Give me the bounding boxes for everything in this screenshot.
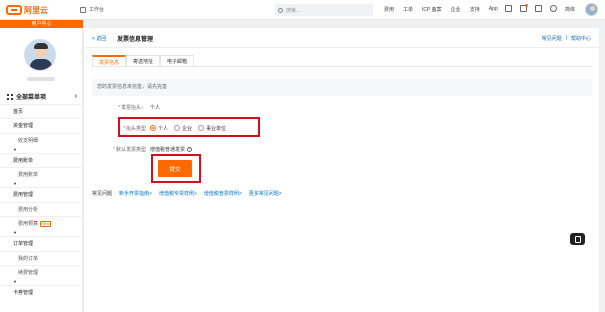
- sidebar-item-label: 收支明细: [18, 137, 39, 144]
- category-value: 增值税普通发票: [150, 146, 186, 153]
- sidebar-item[interactable]: 首页: [0, 104, 83, 118]
- chevron-right-icon: ›: [74, 93, 77, 100]
- help-icon[interactable]: [550, 5, 557, 12]
- sidebar-item[interactable]: 费用账单: [0, 167, 83, 181]
- caret-down-icon: ▼: [13, 279, 17, 285]
- info-icon[interactable]: ?: [187, 146, 193, 152]
- search-icon: [278, 7, 283, 13]
- faq-link-normal[interactable]: 增值税普票样例>: [204, 190, 242, 197]
- sidebar-item[interactable]: 费用分析: [0, 201, 83, 216]
- user-center-header: 用户中心: [0, 20, 83, 28]
- sidebar-item[interactable]: 资金管理: [0, 118, 83, 132]
- sidebar-item[interactable]: 费用账单: [0, 152, 83, 167]
- top-icons: [505, 4, 557, 12]
- profile-name-blurred: [27, 77, 55, 81]
- sidebar-item[interactable]: 费用管理: [0, 187, 83, 201]
- incomplete-notice: 您的发票信息未完善，请先完善: [92, 79, 592, 96]
- sidebar-item-label: 资金管理: [13, 123, 34, 130]
- sidebar-nav: 首页 资金管理 收支明细 ▼ 费用账单 费用账单 ▼ 费用管理 费用分析 费用预算 New ▼ 订单管理…: [0, 104, 83, 300]
- highlight-box-type: [118, 117, 260, 137]
- topnav-support[interactable]: 支持: [470, 6, 480, 13]
- topnav-icp[interactable]: ICP 备案: [422, 6, 442, 13]
- faq-link-more[interactable]: 更多常见问题>: [249, 190, 282, 197]
- help-center-link[interactable]: 帮助中心: [571, 35, 591, 42]
- sidebar-item[interactable]: 我的订单: [0, 250, 83, 265]
- sidebar-item-label: 订单管理: [13, 241, 34, 248]
- topnav-enterprise[interactable]: 企业: [451, 6, 461, 13]
- all-menu-label: 全部菜单项: [16, 95, 47, 101]
- topnav-app[interactable]: App: [489, 6, 498, 13]
- invoice-form-panel: 您的发票信息未完善，请先完善 *发票抬头： 个人 *抬头类型 个人 企业 事业单…: [92, 79, 592, 312]
- sidebar: 用户中心 全部菜单项 › 首页 资金管理 收支明细 ▼ 费用账单 费用账单 ▼ 费用管理 费用分…: [0, 20, 83, 312]
- main-content: < 返回 发票信息管理 常见问题 | 帮助中心 发票信息 寄送地址 电子邮箱 您…: [84, 28, 599, 312]
- caret-down-icon: ▼: [13, 230, 17, 236]
- sidebar-item[interactable]: 收支明细: [0, 132, 83, 147]
- caret-down-icon: ▼: [13, 181, 17, 187]
- tab-bar: 发票信息 寄送地址 电子邮箱: [92, 55, 592, 67]
- sidebar-item-label: 费用分析: [18, 206, 39, 213]
- faq-link[interactable]: 常见问题: [542, 35, 562, 42]
- help-links: 常见问题 | 帮助中心: [542, 35, 591, 42]
- sidebar-item-label: 卡券管理: [13, 290, 34, 297]
- grid-icon: [7, 93, 13, 100]
- cart-icon[interactable]: [535, 5, 542, 12]
- logo-icon: [6, 5, 22, 15]
- title-row: *发票抬头： 个人: [92, 102, 592, 112]
- sidebar-item[interactable]: 订单管理: [0, 236, 83, 250]
- sidebar-item-label: 费用预算: [18, 221, 39, 228]
- top-bar: 阿里云 工作台 搜索... 费用 工单 ICP 备案 企业 支持 App 简体: [0, 0, 605, 20]
- category-row: *默认发票类型 增值税普通发票 ?: [92, 144, 592, 154]
- profile-avatar: [24, 39, 56, 71]
- topnav-fee[interactable]: 费用: [384, 6, 394, 13]
- back-link[interactable]: < 返回: [92, 35, 106, 42]
- caret-down-icon: ▼: [13, 146, 17, 152]
- tab-shipping-address[interactable]: 寄送地址: [126, 55, 161, 66]
- tab-email[interactable]: 电子邮箱: [160, 55, 195, 66]
- sidebar-item-label: 费用账单: [13, 157, 34, 164]
- sidebar-item-label: 我的订单: [18, 255, 39, 262]
- faq-title: 常见问题: [92, 191, 113, 197]
- category-label: *默认发票类型: [113, 146, 146, 153]
- submit-button[interactable]: 提交: [158, 160, 192, 177]
- faq-link-guide[interactable]: 新手开票指南>: [119, 190, 152, 197]
- language-switch[interactable]: 简体: [565, 6, 575, 13]
- sidebar-item-label: 费用管理: [13, 192, 34, 199]
- sidebar-item-label: 续费管理: [18, 269, 39, 276]
- title-label: *发票抬头：: [118, 104, 146, 111]
- new-badge: New: [40, 220, 52, 227]
- search-input[interactable]: 搜索...: [275, 4, 373, 16]
- bell-icon[interactable]: [520, 4, 528, 12]
- tab-invoice-info[interactable]: 发票信息: [92, 55, 127, 66]
- separator: |: [565, 35, 567, 41]
- all-menu-toggle[interactable]: 全部菜单项 ›: [7, 92, 77, 101]
- avatar-body: [30, 59, 52, 70]
- aliyun-logo[interactable]: 阿里云: [6, 4, 48, 16]
- sidebar-item-label: 首页: [13, 109, 24, 115]
- notification-dot: [525, 4, 528, 7]
- topnav-ticket[interactable]: 工单: [403, 6, 413, 13]
- workbench-label: 工作台: [89, 7, 105, 13]
- search-placeholder: 搜索...: [286, 7, 301, 14]
- page-title: 发票信息管理: [117, 37, 154, 43]
- sidebar-item[interactable]: 费用预算 New: [0, 216, 83, 230]
- sidebar-item-label: 费用账单: [18, 172, 39, 179]
- top-nav: 费用 工单 ICP 备案 企业 支持 App: [384, 6, 498, 13]
- title-value: 个人: [150, 104, 161, 111]
- sidebar-item[interactable]: 卡券管理: [0, 285, 83, 299]
- avatar-hair: [34, 43, 48, 49]
- faq-row: 常见问题 新手开票指南> 增值税专票样例> 增值税普票样例> 更多常见问题>: [92, 190, 282, 197]
- faq-link-special[interactable]: 增值税专票样例>: [159, 190, 197, 197]
- page-header: < 返回 发票信息管理 常见问题 | 帮助中心: [84, 28, 599, 48]
- workbench-icon: [80, 6, 86, 13]
- terminal-icon[interactable]: [505, 5, 512, 12]
- logo-text: 阿里云: [24, 5, 48, 15]
- sidebar-item[interactable]: 续费管理: [0, 264, 83, 279]
- floating-feedback-button[interactable]: [570, 233, 585, 245]
- user-avatar[interactable]: [585, 3, 598, 16]
- workbench-link[interactable]: 工作台: [80, 6, 104, 13]
